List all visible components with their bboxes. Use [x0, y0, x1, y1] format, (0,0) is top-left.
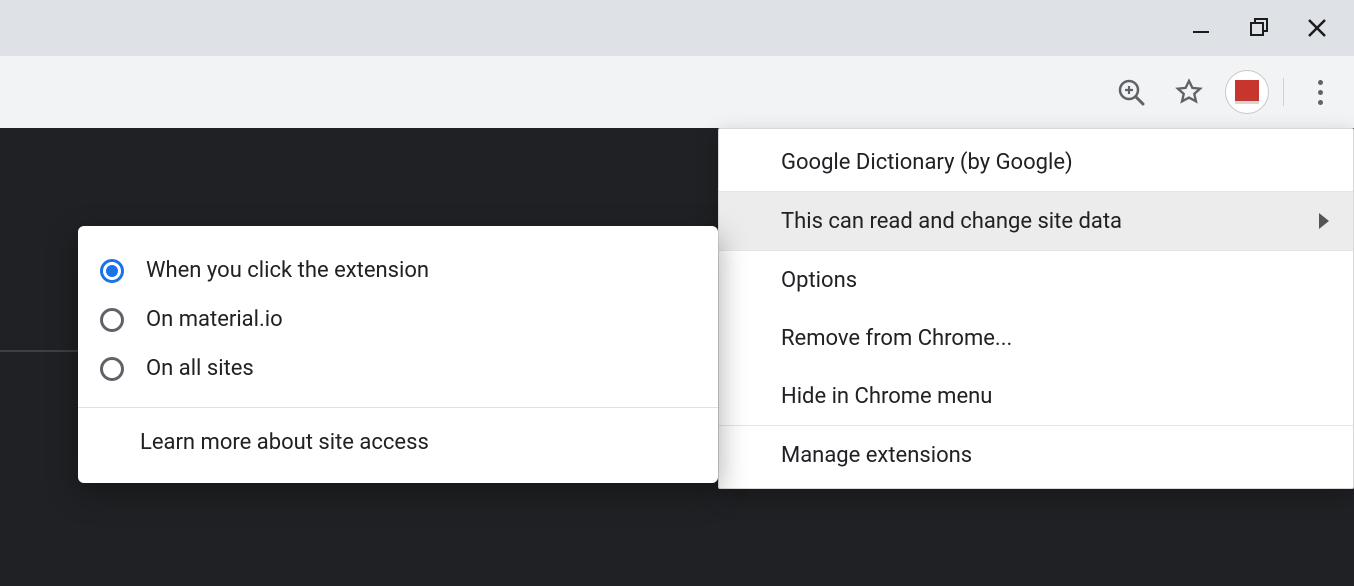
- menu-item-label: Hide in Chrome menu: [781, 384, 992, 409]
- option-label: On material.io: [146, 307, 283, 332]
- bookmark-button[interactable]: [1167, 70, 1211, 114]
- page-divider: [0, 350, 78, 352]
- learn-more-label: Learn more about site access: [140, 430, 429, 455]
- dictionary-extension-icon: [1235, 80, 1259, 104]
- minimize-icon: [1191, 18, 1211, 38]
- extension-context-menu: Google Dictionary (by Google) This can r…: [718, 128, 1354, 489]
- option-label: When you click the extension: [146, 258, 429, 283]
- window-maximize-button[interactable]: [1230, 6, 1288, 50]
- chrome-menu-button[interactable]: [1298, 70, 1342, 114]
- window-close-button[interactable]: [1288, 6, 1346, 50]
- hide-extension-menu-item[interactable]: Hide in Chrome menu: [719, 367, 1353, 425]
- manage-extensions-menu-item[interactable]: Manage extensions: [719, 426, 1353, 484]
- menu-dot-icon: [1318, 100, 1323, 105]
- site-access-option-all-sites[interactable]: On all sites: [78, 344, 718, 393]
- radio-icon: [100, 357, 124, 381]
- zoom-in-icon: [1117, 78, 1145, 106]
- zoom-button[interactable]: [1109, 70, 1153, 114]
- menu-dot-icon: [1318, 90, 1323, 95]
- menu-item-label: Options: [781, 268, 857, 293]
- site-data-menu-item[interactable]: This can read and change site data: [719, 192, 1353, 250]
- site-access-option-on-site[interactable]: On material.io: [78, 295, 718, 344]
- toolbar-divider: [1283, 78, 1284, 106]
- radio-icon: [100, 308, 124, 332]
- learn-more-link[interactable]: Learn more about site access: [78, 408, 718, 471]
- menu-item-label: Manage extensions: [781, 443, 972, 468]
- menu-item-label: This can read and change site data: [781, 209, 1122, 234]
- submenu-arrow-icon: [1319, 213, 1329, 229]
- site-access-submenu: When you click the extension On material…: [78, 226, 718, 483]
- window-minimize-button[interactable]: [1172, 6, 1230, 50]
- browser-toolbar: [0, 56, 1354, 128]
- site-access-option-on-click[interactable]: When you click the extension: [78, 246, 718, 295]
- options-menu-item[interactable]: Options: [719, 251, 1353, 309]
- radio-selected-icon: [100, 259, 124, 283]
- window-title-bar: [0, 0, 1354, 56]
- close-icon: [1306, 17, 1328, 39]
- extension-button[interactable]: [1225, 70, 1269, 114]
- option-label: On all sites: [146, 356, 254, 381]
- menu-dot-icon: [1318, 80, 1323, 85]
- remove-extension-menu-item[interactable]: Remove from Chrome...: [719, 309, 1353, 367]
- star-icon: [1175, 78, 1203, 106]
- maximize-icon: [1249, 18, 1269, 38]
- context-menu-title: Google Dictionary (by Google): [719, 133, 1353, 191]
- menu-item-label: Remove from Chrome...: [781, 326, 1012, 351]
